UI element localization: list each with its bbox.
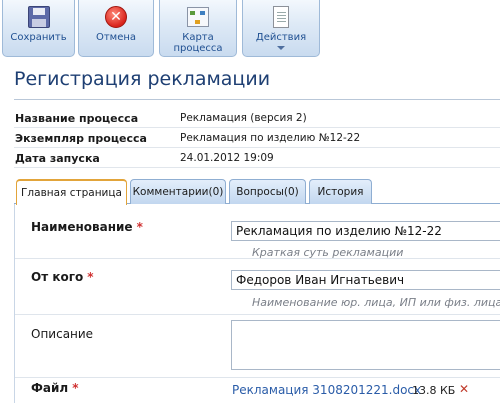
process-map-icon	[186, 5, 210, 29]
save-button[interactable]: Сохранить	[2, 0, 75, 57]
info-value: Рекламация по изделию №12-22	[180, 132, 361, 144]
document-icon	[269, 5, 293, 29]
tab-questions[interactable]: Вопросы(0)	[229, 179, 306, 204]
description-textarea[interactable]	[231, 320, 500, 370]
cancel-button-label: Отмена	[95, 32, 137, 43]
cancel-button[interactable]: ✕ Отмена	[78, 0, 154, 57]
name-hint: Краткая суть рекламации	[252, 246, 404, 259]
form-row-from: От кого * Федоров Иван Игнатьевич Наимено…	[15, 259, 500, 315]
info-row-process-instance: Экземпляр процесса Рекламация по изделию…	[14, 129, 500, 148]
from-input[interactable]: Федоров Иван Игнатьевич	[231, 270, 500, 290]
process-map-button[interactable]: Карта процесса	[159, 0, 237, 57]
toolbar: Сохранить ✕ Отмена Карта процесса Действ…	[0, 0, 500, 60]
name-label: Наименование *	[31, 220, 143, 234]
from-label: От кого *	[31, 270, 94, 284]
required-mark: *	[136, 220, 143, 234]
main-form: Наименование * Рекламация по изделию №12-…	[14, 204, 500, 403]
chevron-down-icon	[277, 46, 285, 50]
attached-file-link[interactable]: Рекламация 3108201221.docx	[232, 383, 421, 397]
from-hint: Наименование юр. лица, ИП или физ. лица	[252, 296, 500, 309]
header-divider	[14, 99, 500, 100]
actions-button-label: Действия	[255, 32, 307, 43]
info-value: 24.01.2012 19:09	[180, 152, 274, 164]
info-value: Рекламация (версия 2)	[180, 112, 307, 124]
required-mark: *	[72, 381, 79, 395]
from-label-text: От кого	[31, 270, 84, 284]
tab-label: Главная страница	[21, 187, 122, 199]
info-key: Название процесса	[15, 112, 139, 125]
process-map-label-1: Карта	[182, 32, 214, 43]
info-key: Экземпляр процесса	[15, 132, 147, 145]
page-title: Регистрация рекламации	[14, 68, 271, 90]
tab-history[interactable]: История	[309, 179, 372, 204]
name-label-text: Наименование	[31, 220, 133, 234]
tab-label: Комментарии(0)	[132, 186, 224, 198]
tab-label: История	[317, 186, 364, 198]
floppy-disk-icon	[27, 5, 51, 29]
tab-main-page[interactable]: Главная страница	[16, 179, 127, 205]
file-label-text: Файл	[31, 381, 69, 395]
form-row-description: Описание	[15, 315, 500, 378]
tab-strip: Главная страница Комментарии(0) Вопросы(…	[14, 179, 500, 205]
file-label: Файл *	[31, 381, 78, 395]
tab-label: Вопросы(0)	[236, 186, 299, 198]
process-map-label-2: процесса	[173, 43, 223, 54]
cancel-icon: ✕	[104, 5, 128, 29]
info-row-process-name: Название процесса Рекламация (версия 2)	[14, 109, 500, 128]
required-mark: *	[87, 270, 94, 284]
save-button-label: Сохранить	[10, 32, 67, 43]
form-row-name: Наименование * Рекламация по изделию №12-…	[15, 204, 500, 259]
description-label: Описание	[31, 327, 94, 341]
info-key: Дата запуска	[15, 152, 100, 165]
info-row-start-date: Дата запуска 24.01.2012 19:09	[14, 149, 500, 168]
name-input[interactable]: Рекламация по изделию №12-22	[231, 221, 500, 241]
delete-file-icon[interactable]: ✕	[459, 382, 469, 396]
actions-button[interactable]: Действия	[242, 0, 320, 57]
tab-comments[interactable]: Комментарии(0)	[130, 179, 226, 204]
file-size: 13.8 КБ	[412, 384, 456, 397]
